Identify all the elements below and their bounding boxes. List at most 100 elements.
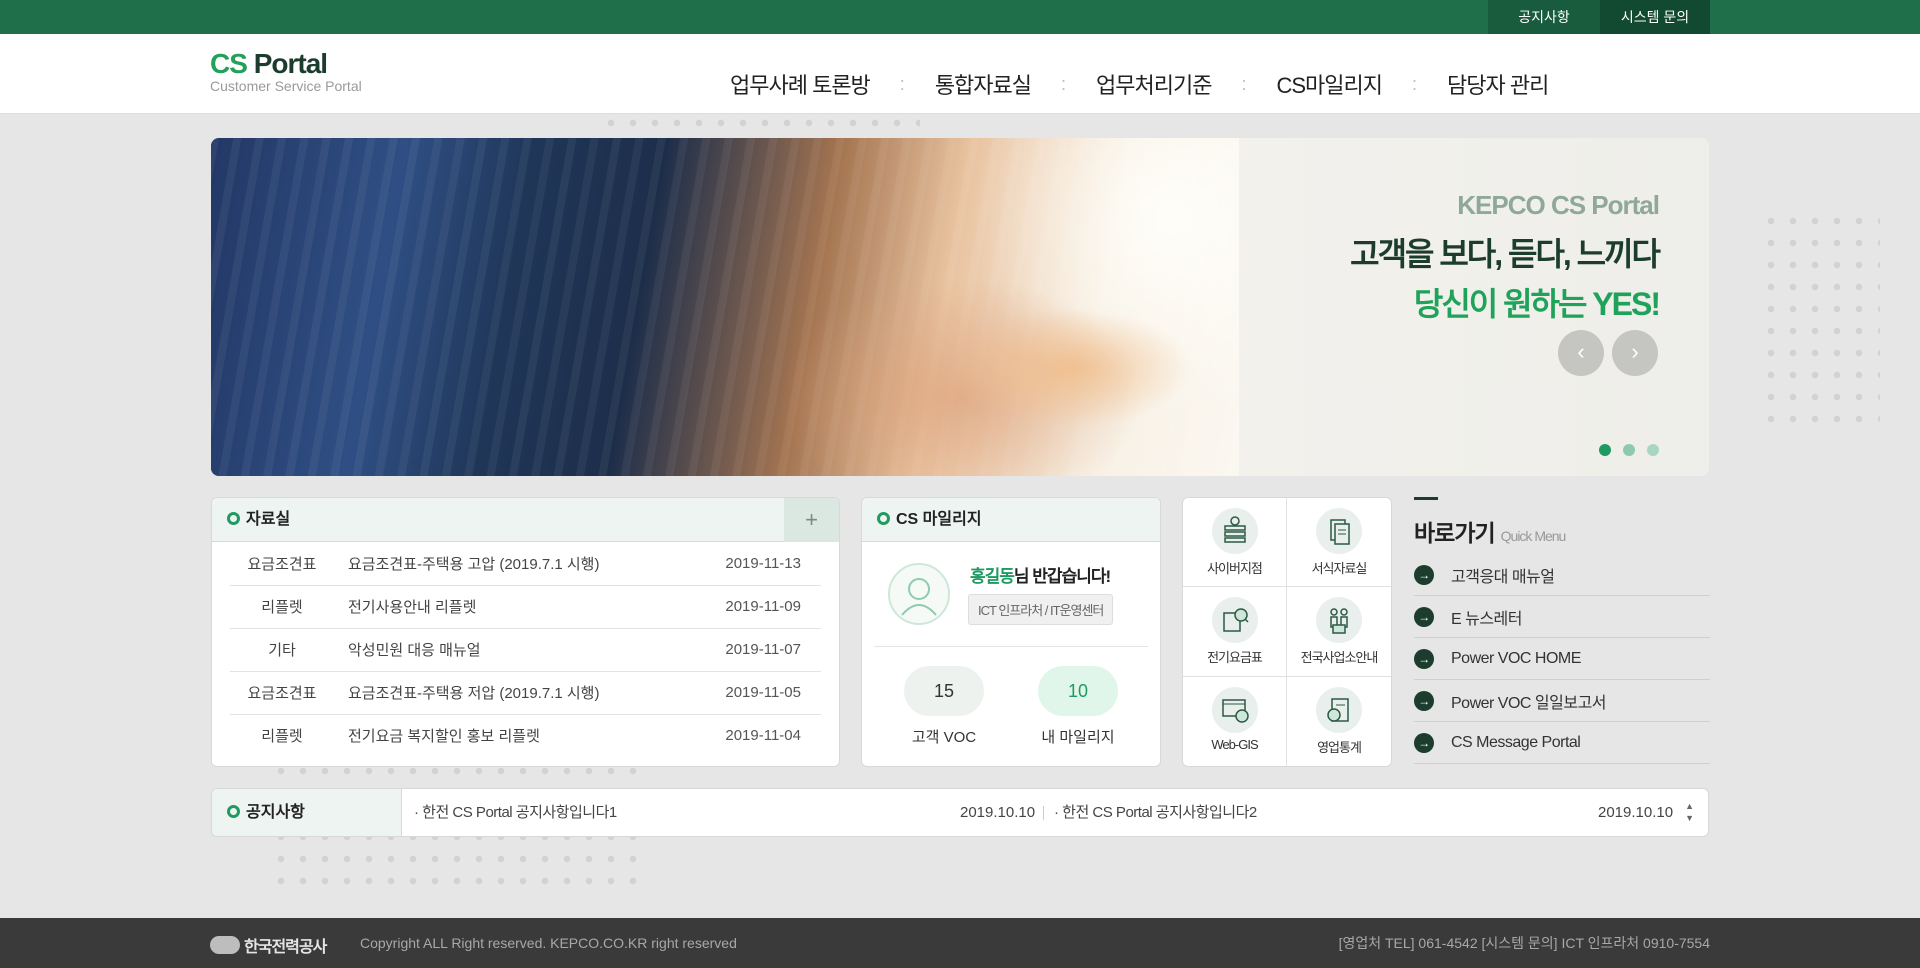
nav-work-standards[interactable]: 업무처리기준 [1086,68,1221,100]
hero-tagline: 당신이 원하는 YES! [1413,286,1661,322]
mileage-title: CS 마일리지 [896,511,982,528]
notice-date-1: 2019.10.10 [960,804,1036,821]
shortcut-grid: 사이버지점 서식자료실 전기요금표 전국사업소안내 Web-GIS 영업통계 [1182,497,1392,767]
cyber-branch-icon [1223,516,1246,543]
shortcut-cyber-branch[interactable]: 사이버지점 [1183,498,1287,588]
my-mileage-count[interactable]: 10 [1038,666,1118,716]
table-row[interactable]: 요금조견표 요금조견표-주택용 저압 (2019.7.1 시행) 2019-11-0… [230,671,821,715]
nav-manager-admin[interactable]: 담당자 관리 [1437,68,1558,100]
quick-menu-item-label: CS Message Portal [1451,733,1581,751]
notice-separator [1043,806,1044,820]
quick-menu-item-label: Power VOC 일일보고서 [1451,694,1607,712]
quick-menu: 바로가기 Quick Menu → 고객응대 매뉴얼 → E 뉴스레터 → Power VO… [1414,497,1710,764]
library-header: 자료실 + [212,498,839,542]
chevron-left-icon: ‹ [1577,339,1585,364]
row-title[interactable]: 전기사용안내 리플렛 [334,585,701,629]
table-row[interactable]: 요금조견표 요금조견표-주택용 고압 (2019.7.1 시행) 2019-11-1… [230,542,821,586]
shortcut-web-gis[interactable]: Web-GIS [1183,676,1287,766]
slide-indicator-1[interactable] [1599,444,1611,456]
library-title: 자료실 [246,511,291,528]
arrow-right-icon: → [1414,564,1434,585]
user-avatar-icon [901,578,937,616]
row-title[interactable]: 요금조견표-주택용 저압 (2019.7.1 시행) [334,671,701,715]
row-category: 요금조견표 [230,671,334,715]
row-title[interactable]: 악성민원 대응 매뉴얼 [334,628,701,672]
arrow-right-icon: → [1414,732,1434,753]
nav-case-discussion[interactable]: 업무사례 토론방 [720,68,880,100]
library-more-button[interactable]: + [784,498,839,542]
shortcut-electricity-rates[interactable]: 전기요금표 [1183,587,1287,677]
site-footer: 한국전력공사 Copyright ALL Right reserved. KEP… [0,918,1920,968]
contact-info: [영업처 TEL] 061-4542 [시스템 문의] ICT 인프라처 091… [1338,935,1710,951]
row-category: 기타 [230,628,334,672]
top-utility-bar: 공지사항 시스템 문의 [0,0,1920,34]
ring-bullet-icon [227,512,240,525]
quick-menu-item-label: E 뉴스레터 [1451,610,1523,628]
quick-menu-item[interactable]: → 고객응대 매뉴얼 [1414,554,1710,596]
cs-portal-logo[interactable]: CS Portal Customer Service Portal [210,48,362,94]
arrow-right-icon: → [1414,606,1434,627]
quick-menu-item[interactable]: → E 뉴스레터 [1414,596,1710,638]
notice-link[interactable]: 공지사항 [1488,0,1600,34]
table-row[interactable]: 기타 악성민원 대응 매뉴얼 2019-11-07 [230,628,821,672]
library-table: 요금조견표 요금조견표-주택용 고압 (2019.7.1 시행) 2019-11-1… [230,542,821,757]
table-row[interactable]: 리플렛 전기요금 복지할인 홍보 리플렛 2019-11-04 [230,714,821,757]
nav-separator: : [1412,73,1418,94]
shortcut-label: 영업통계 [1317,739,1362,755]
row-date: 2019-11-04 [725,727,801,745]
slide-prev-button[interactable]: ‹ [1558,330,1604,376]
quick-menu-accent-bar [1414,497,1438,500]
mileage-header: CS 마일리지 [862,498,1160,542]
row-date: 2019-11-13 [701,542,821,586]
caret-up-icon[interactable]: ▲ [1685,800,1694,812]
quick-menu-item[interactable]: → CS Message Portal [1414,722,1710,764]
row-title[interactable]: 전기요금 복지할인 홍보 리플렛 [334,714,701,757]
slide-next-button[interactable]: › [1612,330,1658,376]
shortcut-label: 전국사업소안내 [1300,650,1379,666]
quick-menu-item[interactable]: → Power VOC HOME [1414,638,1710,680]
row-category: 리플렛 [230,585,334,629]
shortcut-label: 서식자료실 [1311,561,1368,576]
quick-menu-item[interactable]: → Power VOC 일일보고서 [1414,680,1710,722]
slide-indicator-3[interactable] [1647,444,1659,456]
copyright-text: Copyright ALL Right reserved. KEPCO.CO.K… [360,935,737,951]
ring-bullet-icon [877,512,890,525]
chevron-right-icon: › [1631,339,1639,364]
shortcut-label: Web-GIS [1211,736,1258,752]
notice-scroll-controls: ▲ ▼ [1685,800,1694,824]
notice-title: 공지사항 [246,804,305,821]
electricity-rate-icon [1222,608,1249,633]
slide-indicator-2[interactable] [1623,444,1635,456]
cs-mileage-panel: CS 마일리지 홍길동님 반갑습니다! ICT 인프라처 / IT운영센터 15… [861,497,1161,767]
shortcut-forms-library[interactable]: 서식자료실 [1287,498,1391,588]
shortcut-sales-statistics[interactable]: 영업통계 [1287,677,1391,766]
site-header: CS Portal Customer Service Portal 업무사례 토… [0,34,1920,114]
row-date: 2019-11-07 [701,628,821,672]
greeting-suffix: 님 반갑습니다! [1013,567,1111,586]
arrow-right-icon: → [1414,690,1434,711]
quick-menu-list: → 고객응대 매뉴얼 → E 뉴스레터 → Power VOC HOME → Power VO… [1414,554,1710,764]
notice-item-2[interactable]: · 한전 CS Portal 공지사항입니다2 [1054,789,1257,836]
hero-banner: KEPCO CS Portal 고객을 보다, 듣다, 느끼다 당신이 원하는 … [211,138,1709,476]
web-gis-icon [1221,698,1249,723]
main-navigation: 업무사례 토론방 : 통합자료실 : 업무처리기준 : CS마일리지 : 담당자… [720,68,1558,100]
shortcut-offices-guide[interactable]: 전국사업소안내 [1287,587,1391,677]
notice-item-1[interactable]: · 한전 CS Portal 공지사항입니다1 [414,789,617,836]
quick-menu-title: 바로가기 [1414,520,1496,546]
table-row[interactable]: 리플렛 전기사용안내 리플렛 2019-11-09 [230,585,821,629]
caret-down-icon[interactable]: ▼ [1685,812,1694,824]
system-inquiry-link[interactable]: 시스템 문의 [1600,0,1710,34]
quick-menu-item-label: 고객응대 매뉴얼 [1451,568,1555,586]
row-title[interactable]: 요금조견표-주택용 고압 (2019.7.1 시행) [334,542,701,586]
voc-count[interactable]: 15 [904,666,984,716]
greeting: 홍길동님 반갑습니다! [970,562,1111,587]
nav-cs-mileage[interactable]: CS마일리지 [1267,68,1393,100]
library-panel: 자료실 + 요금조견표 요금조견표-주택용 고압 (2019.7.1 시행) 201… [211,497,840,767]
user-name: 홍길동 [970,567,1015,586]
arrow-right-icon: → [1414,648,1434,669]
offices-guide-icon [1330,608,1348,635]
nav-integrated-library[interactable]: 통합자료실 [925,68,1041,100]
hero-text: KEPCO CS Portal 고객을 보다, 듣다, 느끼다 당신이 원하는 … [1350,190,1661,325]
nav-separator: : [1241,73,1247,94]
notice-date-2: 2019.10.10 [1598,804,1674,821]
